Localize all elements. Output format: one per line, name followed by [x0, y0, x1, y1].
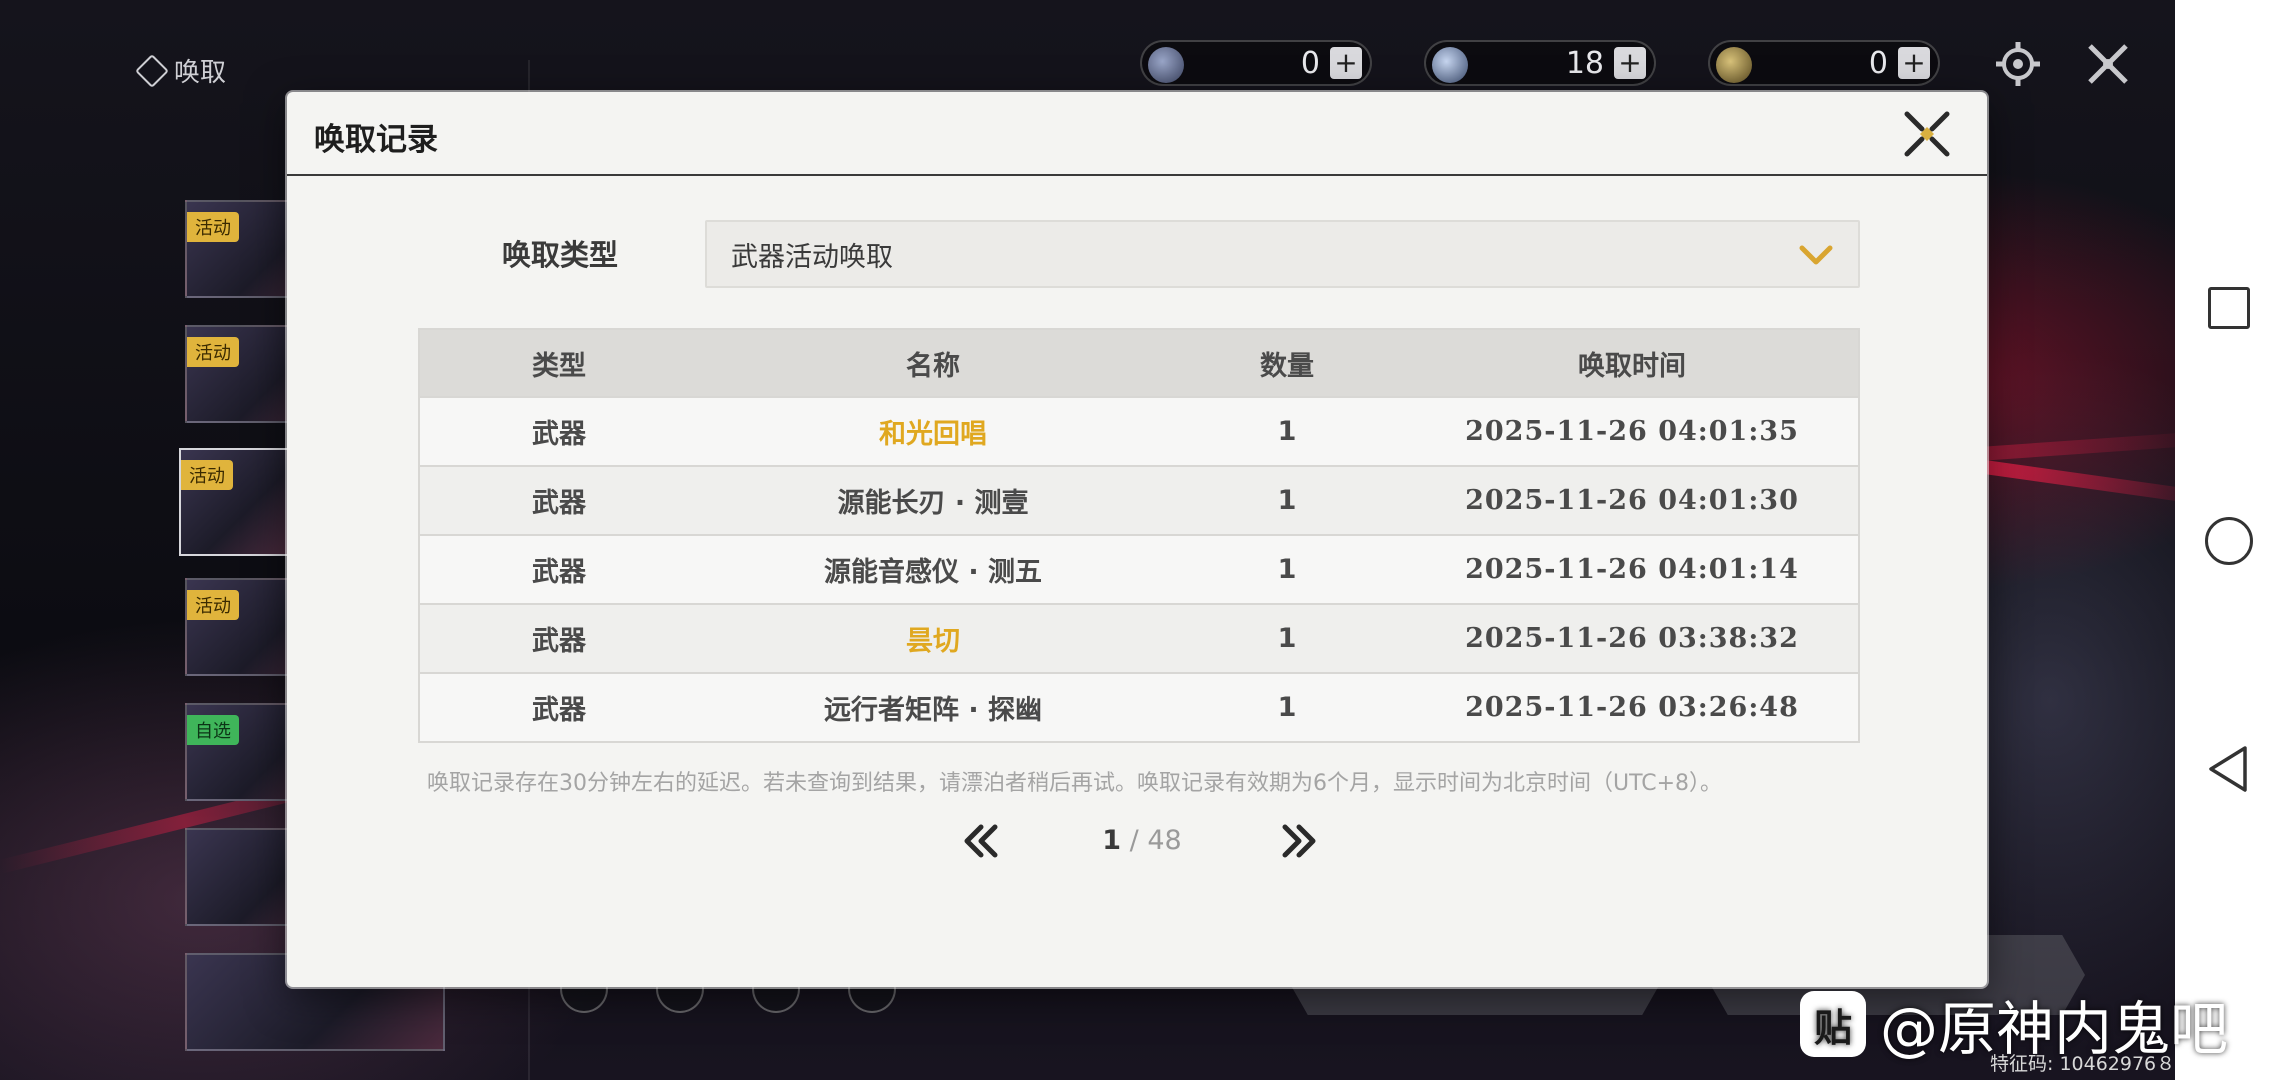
- dialog-header: 唤取记录: [287, 92, 1987, 176]
- table-row: 武器 远行者矩阵 · 探幽 1 2025-11-26 03:26:48: [420, 672, 1858, 741]
- row-name: 和光回唱: [879, 419, 987, 450]
- table-body: 武器 和光回唱 1 2025-11-26 04:01:35 武器 源能长刃 · …: [420, 396, 1858, 741]
- table-header: 类型 名称 数量 唤取时间: [420, 330, 1858, 396]
- banner-tag: 活动: [187, 337, 239, 367]
- row-count: 1: [1277, 554, 1297, 585]
- column-header-count: 数量: [1260, 350, 1314, 382]
- convene-history-dialog: 唤取记录 唤取类型 武器活动唤取 类型 名称 数量 唤取时间 武器 和光回唱 1…: [287, 92, 1987, 987]
- history-table: 类型 名称 数量 唤取时间 武器 和光回唱 1 2025-11-26 04:01…: [418, 328, 1860, 743]
- banner-tag: 活动: [187, 212, 239, 242]
- banner-item-active[interactable]: 活动: [179, 448, 291, 556]
- add-currency-button[interactable]: +: [1614, 47, 1646, 79]
- row-count: 1: [1277, 416, 1297, 447]
- currency-value: 18: [1565, 45, 1604, 81]
- nav-title-label: 唤取: [174, 58, 227, 88]
- convene-type-value: 武器活动唤取: [731, 241, 893, 273]
- row-name: 远行者矩阵 · 探幽: [823, 695, 1043, 726]
- row-count: 1: [1277, 623, 1297, 654]
- watermark-code: 特征码: 10462976８: [1990, 1053, 2176, 1075]
- chevron-down-icon: [1799, 245, 1833, 265]
- row-name: 源能长刃 · 测壹: [837, 488, 1029, 519]
- row-type: 武器: [532, 695, 586, 726]
- currency-radiant: 18 +: [1424, 40, 1656, 86]
- currency-value: 0: [1300, 45, 1320, 81]
- page-indicator: 1 / 48: [1077, 825, 1207, 856]
- dialog-title: 唤取记录: [314, 122, 438, 158]
- currency-value: 0: [1868, 45, 1888, 81]
- page-separator: /: [1121, 825, 1148, 856]
- row-type: 武器: [532, 419, 586, 450]
- back-icon[interactable]: [2205, 744, 2253, 794]
- nav-title: 唤取: [135, 52, 227, 89]
- row-time: 2025-11-26 03:38:32: [1465, 623, 1799, 654]
- current-page: 1: [1102, 825, 1122, 856]
- previous-page-icon[interactable]: [957, 821, 1005, 861]
- row-name: 源能音感仪 · 测五: [823, 557, 1043, 588]
- row-time: 2025-11-26 03:26:48: [1465, 692, 1799, 723]
- pagination: 1 / 48: [287, 817, 1987, 867]
- banner-tag: 活动: [181, 460, 233, 490]
- row-type: 武器: [532, 557, 586, 588]
- row-count: 1: [1277, 692, 1297, 723]
- radiant-tide-icon: [1432, 47, 1468, 83]
- lustrous-tide-icon: [1148, 47, 1184, 83]
- row-name: 昙切: [906, 626, 960, 657]
- banner-tag: 自选: [187, 715, 239, 745]
- table-row: 武器 源能音感仪 · 测五 1 2025-11-26 04:01:14: [420, 534, 1858, 603]
- recent-apps-icon[interactable]: [2208, 287, 2250, 329]
- add-currency-button[interactable]: +: [1898, 47, 1930, 79]
- total-pages: 48: [1147, 825, 1182, 856]
- convene-icon: [135, 53, 169, 88]
- currency-lustrous: 0 +: [1140, 40, 1372, 86]
- table-row: 武器 源能长刃 · 测壹 1 2025-11-26 04:01:30: [420, 465, 1858, 534]
- home-icon[interactable]: [2205, 517, 2253, 565]
- system-nav-bar: [2175, 0, 2280, 1080]
- next-page-icon[interactable]: [1275, 821, 1323, 861]
- close-icon: [1904, 111, 1950, 157]
- settings-gear-icon[interactable]: [1992, 38, 2044, 90]
- currency-forging: 0 +: [1708, 40, 1940, 86]
- dialog-close-button[interactable]: [1901, 108, 1953, 160]
- table-row: 武器 和光回唱 1 2025-11-26 04:01:35: [420, 396, 1858, 465]
- forging-tide-icon: [1716, 47, 1752, 83]
- history-notice: 唤取记录存在30分钟左右的延迟。若未查询到结果，请漂泊者稍后再试。唤取记录有效期…: [427, 771, 1723, 796]
- row-type: 武器: [532, 626, 586, 657]
- column-header-time: 唤取时间: [1578, 350, 1686, 382]
- row-time: 2025-11-26 04:01:14: [1465, 554, 1799, 585]
- column-header-name: 名称: [906, 350, 960, 382]
- tieba-logo-icon: 贴: [1800, 991, 1866, 1057]
- add-currency-button[interactable]: +: [1330, 47, 1362, 79]
- banner-tag: 活动: [187, 590, 239, 620]
- convene-type-select[interactable]: 武器活动唤取: [705, 220, 1860, 288]
- row-time: 2025-11-26 04:01:30: [1465, 485, 1799, 516]
- close-icon[interactable]: [2082, 38, 2134, 90]
- table-row: 武器 昙切 1 2025-11-26 03:38:32: [420, 603, 1858, 672]
- convene-type-label: 唤取类型: [502, 238, 619, 272]
- row-type: 武器: [532, 488, 586, 519]
- row-time: 2025-11-26 04:01:35: [1465, 416, 1799, 447]
- column-header-type: 类型: [532, 350, 586, 382]
- row-count: 1: [1277, 485, 1297, 516]
